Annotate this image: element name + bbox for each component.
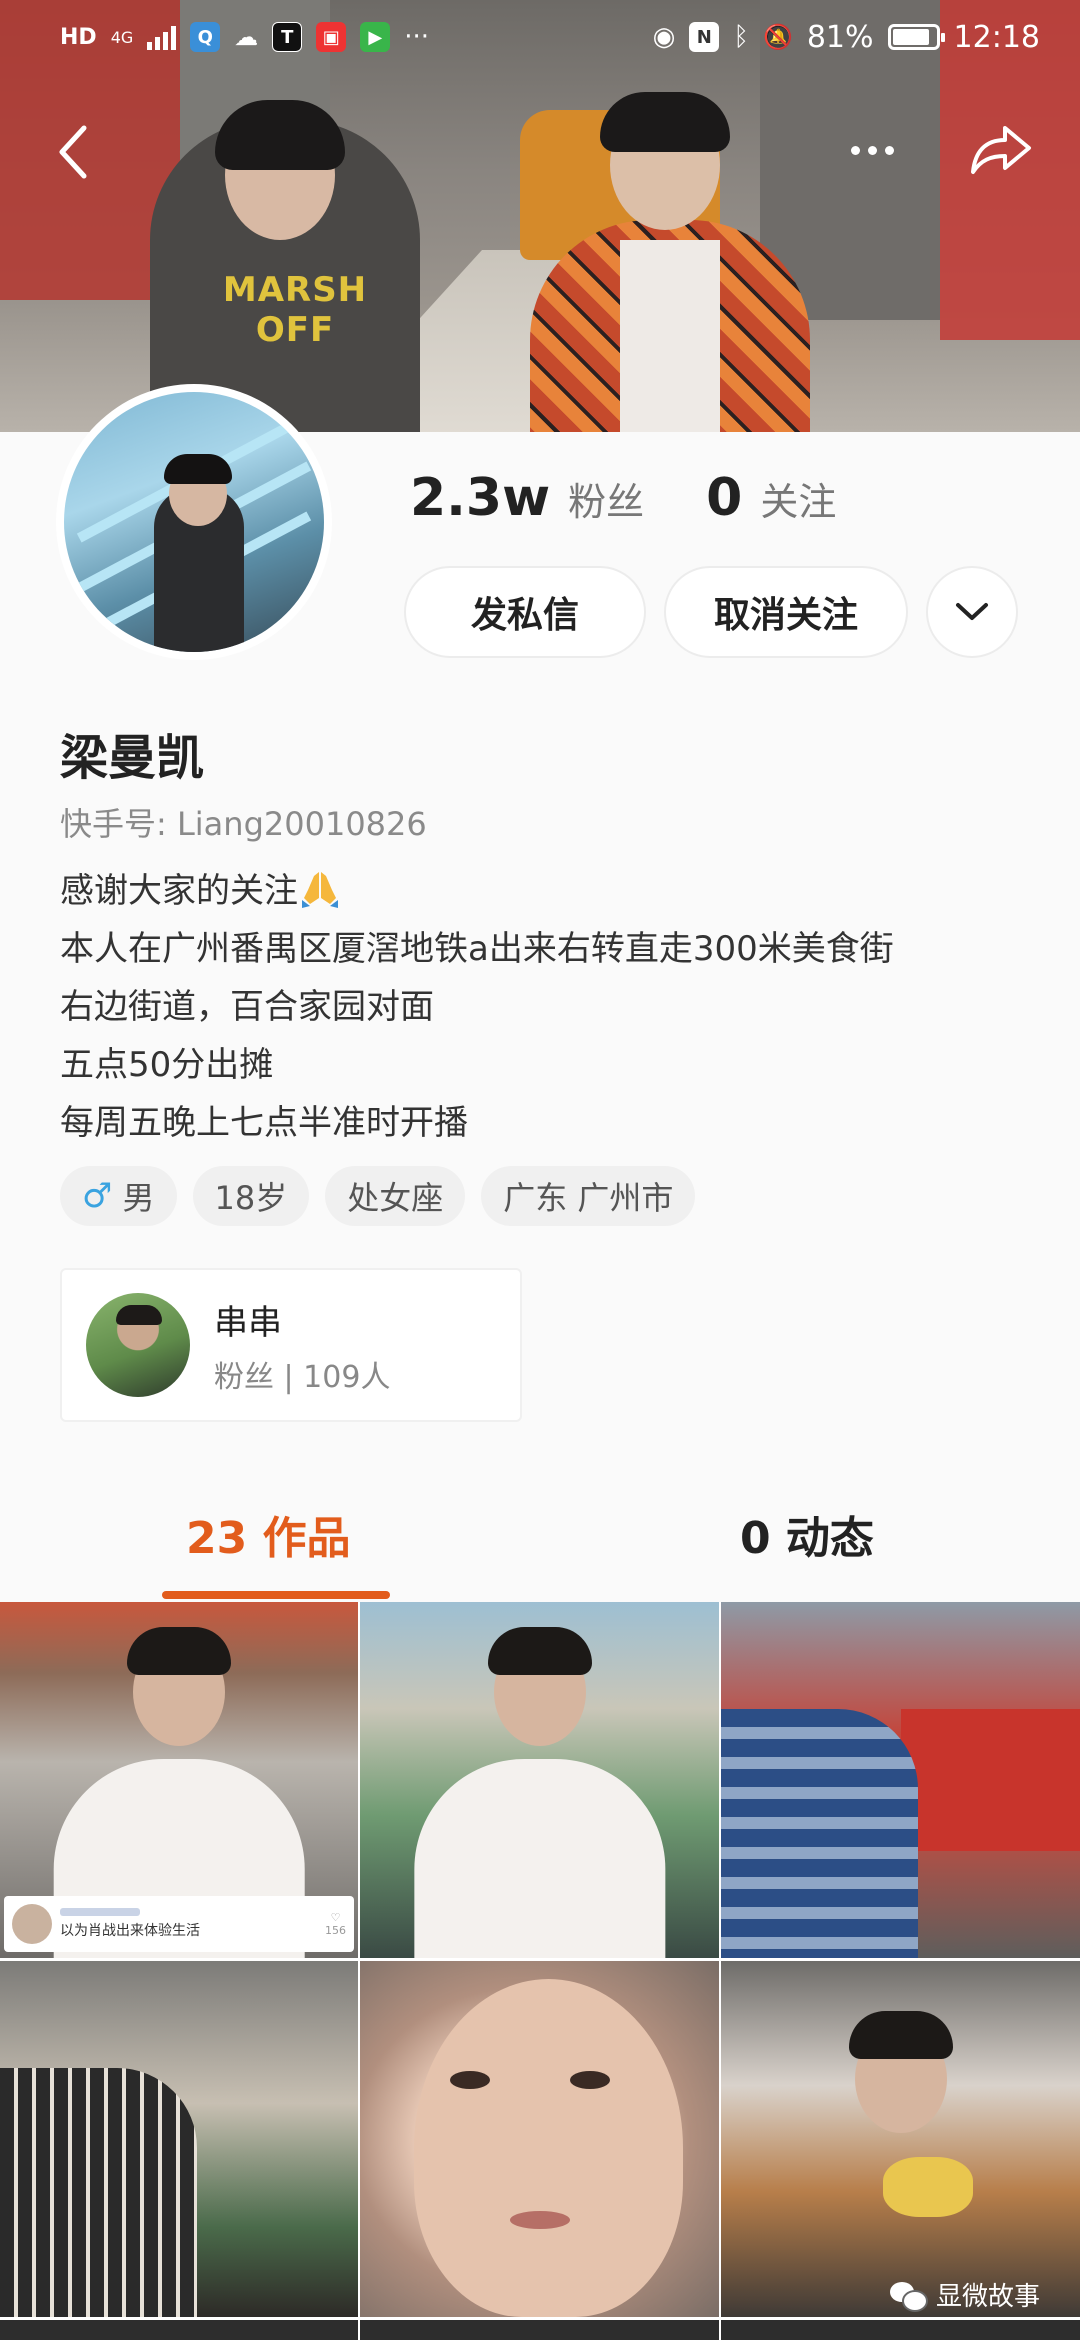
battery-percent: 81% — [806, 19, 874, 55]
status-bar-right: ◉ N ᛒ 🔕 81% 12:18 — [653, 20, 1040, 55]
status-time: 12:18 — [953, 19, 1040, 55]
fans-count[interactable]: 2.3w — [410, 468, 550, 528]
age-tag: 18岁 — [192, 1166, 310, 1226]
video-thumbnail[interactable] — [0, 2320, 358, 2340]
unfollow-button[interactable]: 取消关注 — [664, 566, 908, 658]
status-bar-left: HD 4G Q ☁ T ▣ ▶ ··· — [60, 22, 429, 52]
nfc-icon: N — [689, 22, 720, 52]
following-label[interactable]: 关注 — [760, 471, 836, 526]
gender-tag: ♂ 男 — [60, 1166, 177, 1226]
share-button[interactable] — [966, 118, 1036, 182]
profile-stats: 2.3w 粉丝 0 关注 — [410, 468, 836, 528]
more-button[interactable] — [836, 130, 908, 170]
video-thumbnail[interactable] — [360, 1961, 719, 2317]
friend-info: 串串 粉丝 | 109人 — [214, 1295, 390, 1396]
bio-line: 本人在广州番禺区厦滘地铁a出来右转直走300米美食街 — [60, 929, 894, 969]
send-message-button[interactable]: 发私信 — [404, 566, 646, 658]
heart-icon: ♡ — [330, 1911, 341, 1924]
profile-name: 梁曼凯 — [60, 730, 205, 786]
bluetooth-icon: ᛒ — [733, 22, 749, 52]
video-thumbnail[interactable] — [721, 1961, 1080, 2317]
profile-bio: 感谢大家的关注 本人在广州番禺区厦滘地铁a出来右转直走300米美食街 右边街道，… — [60, 862, 1040, 1152]
tab-works[interactable]: 23 作品 — [186, 1502, 351, 1566]
friend-avatar — [86, 1293, 190, 1397]
qq-icon: Q — [190, 22, 221, 52]
avatar-image — [64, 392, 324, 652]
weather-icon: ☁ — [234, 23, 259, 51]
banner-person-hair — [600, 92, 730, 152]
back-button[interactable] — [44, 122, 104, 182]
video-thumbnail[interactable] — [721, 1602, 1080, 1958]
more-dots-icon: ··· — [404, 22, 430, 52]
pray-hands-icon — [302, 872, 338, 908]
iqiyi-icon: ▶ — [360, 22, 391, 52]
friend-card[interactable]: 串串 粉丝 | 109人 — [60, 1268, 522, 1422]
overlay-likes: 156 — [325, 1924, 346, 1937]
bio-line: 感谢大家的关注 — [60, 862, 1040, 920]
banner-shirt-text: MARSH OFF — [222, 270, 368, 350]
works-grid: 以为肖战出来体验生活 ♡ 156 — [0, 1602, 1080, 2340]
signal-icon — [147, 24, 177, 50]
battery-icon — [887, 24, 945, 50]
friend-name: 串串 — [214, 1302, 282, 1343]
mute-icon: 🔕 — [762, 23, 793, 51]
status-bar: HD 4G Q ☁ T ▣ ▶ ··· ◉ N ᛒ 🔕 81% 12:18 — [0, 0, 1080, 74]
fans-label[interactable]: 粉丝 — [568, 471, 644, 526]
bio-line: 五点50分出摊 — [60, 1045, 274, 1085]
video-thumbnail[interactable] — [360, 2320, 719, 2340]
commenter-avatar — [12, 1904, 52, 1944]
video-thumbnail[interactable]: 以为肖战出来体验生活 ♡ 156 — [0, 1602, 358, 1958]
expand-dropdown-button[interactable] — [926, 566, 1018, 658]
banner-person — [530, 220, 810, 432]
tab-dynamics[interactable]: 0 动态 — [740, 1502, 874, 1566]
bio-line: 右边街道，百合家园对面 — [60, 987, 434, 1027]
content-tabs: 23 作品 0 动态 — [0, 1478, 1080, 1600]
share-icon — [971, 126, 1031, 174]
network-hd-label: HD — [60, 24, 97, 50]
friend-fans: 粉丝 | 109人 — [214, 1359, 391, 1395]
chevron-left-icon — [59, 125, 87, 179]
comment-overlay: 以为肖战出来体验生活 ♡ 156 — [4, 1896, 354, 1952]
wechat-icon — [890, 2280, 928, 2312]
kuaishou-id[interactable]: 快手号: Liang20010826 — [60, 799, 427, 845]
male-icon: ♂ — [82, 1176, 113, 1216]
app-icon: T — [272, 22, 303, 52]
chevron-down-icon — [956, 603, 988, 620]
location-tag: 广东 广州市 — [481, 1166, 696, 1226]
following-count[interactable]: 0 — [706, 468, 742, 528]
network-gen-label: 4G — [110, 27, 134, 47]
avatar[interactable] — [56, 384, 332, 660]
video-thumbnail[interactable] — [0, 1961, 358, 2317]
book-icon: ▣ — [316, 22, 347, 52]
watermark-text: 显微故事 — [936, 2282, 1041, 2312]
bio-line: 每周五晚上七点半准时开播 — [60, 1103, 468, 1143]
watermark: 显微故事 — [890, 2276, 1040, 2313]
video-thumbnail[interactable] — [721, 2320, 1080, 2340]
profile-tags: ♂ 男 18岁 处女座 广东 广州市 — [60, 1166, 696, 1226]
overlay-caption: 以为肖战出来体验生活 — [60, 1923, 200, 1939]
more-icon — [850, 145, 860, 155]
eye-icon: ◉ — [652, 22, 676, 52]
video-thumbnail[interactable] — [360, 1602, 719, 1958]
active-tab-indicator — [162, 1591, 390, 1599]
zodiac-tag: 处女座 — [325, 1166, 466, 1226]
